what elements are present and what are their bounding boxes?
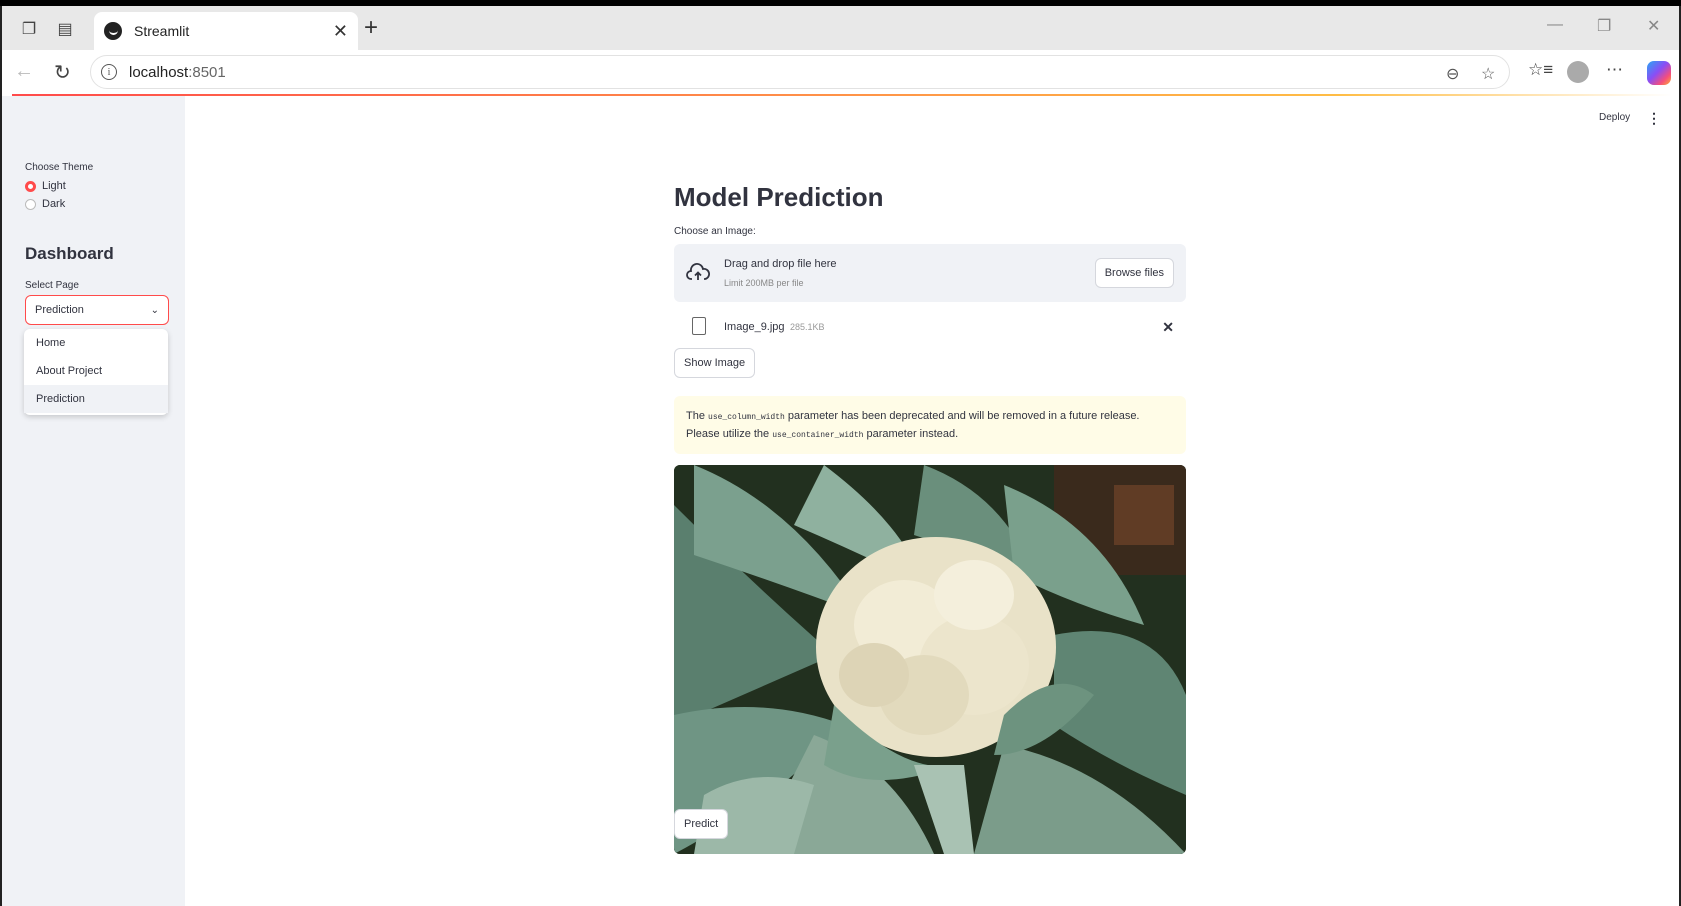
cauliflower-photo [674, 465, 1186, 854]
browser-window: ❐ ▤ Streamlit ✕ + — ❐ ✕ ← ↻ i localhost … [0, 6, 1681, 906]
theme-label: Choose Theme [25, 162, 94, 173]
warning-code: use_column_width [708, 413, 785, 422]
remove-file-icon[interactable]: ✕ [1162, 319, 1174, 336]
browse-files-button[interactable]: Browse files [1094, 258, 1174, 288]
select-page-label: Select Page [25, 280, 79, 291]
predict-button[interactable]: Predict [674, 809, 729, 839]
browser-tab[interactable]: Streamlit ✕ [94, 12, 358, 50]
uploaded-file-row: Image_9.jpg 285.1KB ✕ [674, 302, 1186, 342]
new-tab-icon[interactable]: + [364, 14, 378, 42]
page-dropdown-menu: Home About Project Prediction [24, 329, 168, 415]
tab-bar: ❐ ▤ Streamlit ✕ + — ❐ ✕ [2, 6, 1679, 50]
dropzone-text: Drag and drop file here [724, 258, 837, 270]
uploader-label: Choose an Image: [674, 226, 756, 237]
workspaces-icon[interactable]: ❐ [18, 18, 40, 40]
tab-close-icon[interactable]: ✕ [333, 21, 348, 42]
warning-text: parameter instead. [863, 428, 959, 440]
chevron-down-icon: ⌄ [150, 304, 159, 316]
back-icon[interactable]: ← [14, 60, 34, 83]
profile-avatar[interactable] [1567, 61, 1589, 83]
zoom-out-icon[interactable]: ⊖ [1446, 64, 1459, 84]
main-menu-icon[interactable]: ⋮ [1647, 110, 1661, 127]
radio-label: Dark [42, 198, 66, 210]
radio-unselected-icon [25, 198, 36, 210]
copilot-icon[interactable] [1647, 61, 1671, 85]
radio-light[interactable]: Light [25, 180, 66, 192]
show-image-button[interactable]: Show Image [674, 348, 756, 378]
favorite-star-icon[interactable]: ☆ [1481, 64, 1495, 84]
deploy-button[interactable]: Deploy [1599, 112, 1630, 123]
sidebar-heading: Dashboard [25, 244, 114, 263]
refresh-icon[interactable]: ↻ [54, 60, 71, 85]
file-icon [692, 317, 706, 335]
dropdown-item-home[interactable]: Home [24, 329, 168, 357]
sidebar: Choose Theme Light Dark Dashboard Select… [2, 96, 185, 906]
url-port: :8501 [188, 63, 226, 81]
file-name: Image_9.jpg [724, 321, 785, 333]
dropzone-limit: Limit 200MB per file [724, 278, 804, 288]
photo-illustration [674, 465, 1186, 854]
page-select[interactable]: Prediction ⌄ [25, 295, 169, 325]
radio-label: Light [42, 180, 66, 192]
restore-icon[interactable]: ❐ [1597, 16, 1611, 36]
minimize-icon[interactable]: — [1547, 16, 1563, 34]
dropdown-item-prediction[interactable]: Prediction [24, 385, 168, 413]
dropdown-item-about-project[interactable]: About Project [24, 357, 168, 385]
site-info-icon[interactable]: i [101, 64, 117, 80]
tab-title: Streamlit [134, 23, 190, 39]
file-size: 285.1KB [790, 322, 825, 332]
close-window-icon[interactable]: ✕ [1647, 16, 1660, 36]
more-options-icon[interactable]: ⋯ [1606, 60, 1623, 80]
url-bar[interactable]: i localhost :8501 ⊖ ☆ [90, 55, 1510, 89]
address-bar: ← ↻ i localhost :8501 ⊖ ☆ [2, 50, 1679, 94]
favorites-list-icon[interactable]: ☆≡ [1528, 60, 1553, 80]
cloud-upload-icon [686, 263, 710, 280]
app-content: Choose Theme Light Dark Dashboard Select… [2, 96, 1679, 906]
tab-actions-icon[interactable]: ▤ [54, 18, 76, 40]
streamlit-favicon-icon [104, 22, 122, 40]
warning-code: use_container_width [772, 431, 864, 440]
radio-selected-icon [25, 180, 36, 192]
page-title: Model Prediction [674, 182, 884, 212]
deprecation-warning: The use_column_width parameter has been … [674, 396, 1186, 454]
url-host: localhost [129, 63, 189, 81]
file-dropzone[interactable]: Drag and drop file here Limit 200MB per … [674, 244, 1186, 302]
radio-dark[interactable]: Dark [25, 198, 65, 210]
warning-text: The [686, 410, 709, 422]
select-value: Prediction [35, 304, 84, 316]
